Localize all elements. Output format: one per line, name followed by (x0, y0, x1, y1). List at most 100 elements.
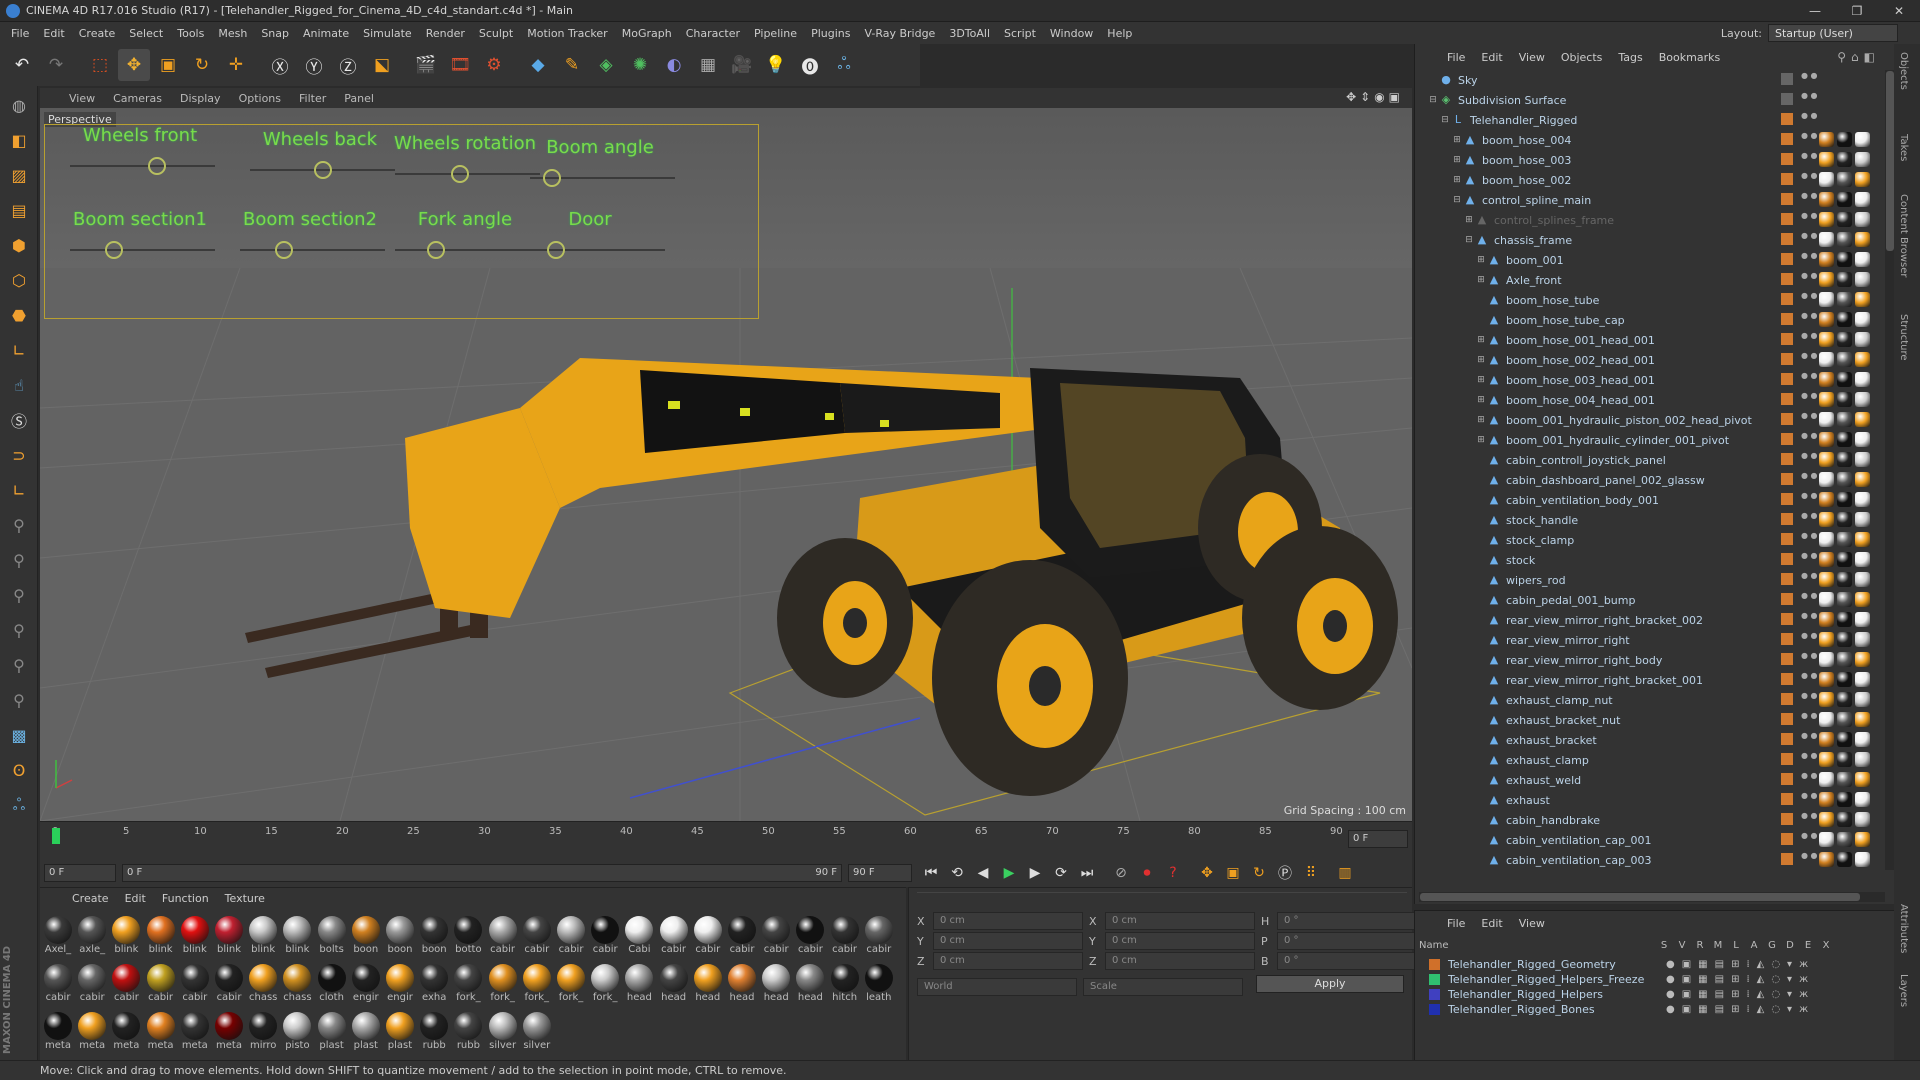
object-menu-view[interactable]: View (1511, 51, 1553, 64)
material-tag-icon[interactable] (1855, 532, 1870, 547)
material-tag-icon[interactable] (1855, 452, 1870, 467)
control-wheels-front[interactable]: Wheels front (55, 125, 225, 195)
control-knob[interactable] (542, 169, 561, 187)
visibility-dots-icon[interactable]: ● ● (1801, 652, 1818, 660)
menu-snap[interactable]: Snap (254, 27, 296, 40)
coordinate-system-icon[interactable]: ⬕ (366, 49, 398, 81)
key-rotation-icon[interactable]: ↻ (1246, 861, 1272, 885)
control-boom-section2[interactable]: Boom section2 (225, 209, 395, 279)
rotation-field[interactable]: 0 ° (1277, 932, 1417, 950)
object-row[interactable]: ⊞ ▲ boom_hose_002_head_001 ● ● (1415, 350, 1885, 370)
material-tag-icon[interactable] (1837, 352, 1852, 367)
object-row[interactable]: ▲ exhaust_bracket ● ● (1415, 730, 1885, 750)
material-swatch[interactable]: cabir (589, 914, 621, 960)
render-picture-viewer-icon[interactable]: 🎞 (444, 49, 476, 81)
record-keys-icon[interactable]: ⊘ (1108, 861, 1134, 885)
material-tag-icon[interactable] (1855, 632, 1870, 647)
close-button[interactable]: ✕ (1878, 0, 1920, 22)
visibility-dots-icon[interactable]: ● ● (1801, 732, 1818, 740)
visibility-dots-icon[interactable]: ● ● (1801, 512, 1818, 520)
playhead[interactable] (52, 828, 60, 844)
object-row[interactable]: ⊞ ▲ boom_001_hydraulic_piston_002_head_piv… (1415, 410, 1885, 430)
material-tag-icon[interactable] (1837, 412, 1852, 427)
expand-icon[interactable]: ⊞ (1451, 135, 1463, 145)
collapse-icon[interactable]: ⊟ (1451, 195, 1463, 205)
object-row[interactable]: ▲ rear_view_mirror_right_bracket_001 ● ● (1415, 670, 1885, 690)
menu-window[interactable]: Window (1043, 27, 1100, 40)
material-swatch[interactable]: fork_ (452, 962, 484, 1008)
layer-toggle-icons[interactable]: ●▣▦▤⊞⁞◭◌▾ж (1666, 974, 1815, 985)
material-swatch[interactable]: blink (281, 914, 313, 960)
menu-create[interactable]: Create (72, 27, 123, 40)
layer-toggle-icons[interactable]: ●▣▦▤⊞⁞◭◌▾ж (1666, 959, 1815, 970)
right-tab-content-browser[interactable]: Content Browser (1898, 194, 1909, 277)
material-tag-icon[interactable] (1855, 212, 1870, 227)
material-swatch[interactable]: cabir (42, 962, 74, 1008)
viewport-menu-panel[interactable]: Panel (335, 92, 383, 105)
material-swatch[interactable]: fork_ (589, 962, 621, 1008)
material-tag-icon[interactable] (1819, 812, 1834, 827)
viewport-menu-display[interactable]: Display (171, 92, 230, 105)
material-tag-icon[interactable] (1819, 212, 1834, 227)
object-row[interactable]: ⊞ ▲ boom_hose_004_head_001 ● ● (1415, 390, 1885, 410)
material-tag-icon[interactable] (1855, 232, 1870, 247)
layer-color-swatch[interactable] (1781, 613, 1793, 625)
material-tag-icon[interactable] (1819, 792, 1834, 807)
material-tag-icon[interactable] (1855, 652, 1870, 667)
material-tag-icon[interactable] (1819, 592, 1834, 607)
material-tag-icon[interactable] (1819, 132, 1834, 147)
material-tag-icon[interactable] (1819, 712, 1834, 727)
visibility-dots-icon[interactable]: ● ● (1801, 212, 1818, 220)
material-tag-icon[interactable] (1819, 192, 1834, 207)
material-tag-icon[interactable] (1819, 372, 1834, 387)
keyframe-selection-icon[interactable]: ? (1160, 861, 1186, 885)
material-swatch[interactable]: cabir (179, 962, 211, 1008)
material-tag-icon[interactable] (1855, 172, 1870, 187)
visibility-dots-icon[interactable]: ● ● (1801, 492, 1818, 500)
layer-menu-view[interactable]: View (1511, 917, 1553, 930)
visibility-dots-icon[interactable]: ● ● (1801, 752, 1818, 760)
material-tag-icon[interactable] (1819, 732, 1834, 747)
material-swatch[interactable]: meta (179, 1010, 211, 1056)
expand-icon[interactable]: ⊞ (1475, 375, 1487, 385)
material-tag-icon[interactable] (1819, 752, 1834, 767)
layer-color-swatch[interactable] (1781, 393, 1793, 405)
layer-color-swatch[interactable] (1429, 959, 1440, 970)
material-tag-icon[interactable] (1855, 292, 1870, 307)
workplane-x-icon[interactable]: ⚲ (3, 579, 35, 611)
control-boom-angle[interactable]: Boom angle (515, 137, 685, 207)
menu-mograph[interactable]: MoGraph (615, 27, 679, 40)
goto-end-icon[interactable]: ⏭ (1074, 861, 1100, 885)
layer-color-swatch[interactable] (1781, 733, 1793, 745)
material-swatch[interactable]: fork_ (521, 962, 553, 1008)
control-knob[interactable] (547, 241, 566, 259)
material-swatch[interactable]: cabir (692, 914, 724, 960)
material-menu-create[interactable]: Create (64, 892, 117, 905)
material-swatch[interactable]: blink (110, 914, 142, 960)
layer-color-swatch[interactable] (1781, 253, 1793, 265)
next-frame-icon[interactable]: ▶ (1022, 861, 1048, 885)
material-swatch[interactable]: Axel_ (42, 914, 74, 960)
menu-simulate[interactable]: Simulate (356, 27, 419, 40)
material-tag-icon[interactable] (1819, 692, 1834, 707)
right-tab-objects[interactable]: Objects (1898, 52, 1909, 90)
material-tag-icon[interactable] (1819, 392, 1834, 407)
object-hscrollbar[interactable] (1419, 892, 1885, 902)
material-swatch[interactable]: mirro (247, 1010, 279, 1056)
material-swatch[interactable]: silver (521, 1010, 553, 1056)
material-tag-icon[interactable] (1819, 332, 1834, 347)
render-settings-icon[interactable]: ⚙ (478, 49, 510, 81)
layer-color-swatch[interactable] (1781, 553, 1793, 565)
visibility-dots-icon[interactable]: ● ● (1801, 452, 1818, 460)
menu-plugins[interactable]: Plugins (804, 27, 857, 40)
material-swatch[interactable]: botto (452, 914, 484, 960)
material-swatch[interactable]: cloth (316, 962, 348, 1008)
material-tag-icon[interactable] (1819, 272, 1834, 287)
play-icon[interactable]: ▶ (996, 861, 1022, 885)
material-swatch[interactable]: cabir (829, 914, 861, 960)
object-row[interactable]: ⊟ ◈ Subdivision Surface ● ● (1415, 90, 1885, 110)
viewport-menu-view[interactable]: View (60, 92, 104, 105)
visibility-dots-icon[interactable]: ● ● (1801, 252, 1818, 260)
size-field[interactable]: 0 cm (1105, 912, 1255, 930)
material-swatch[interactable]: rubb (452, 1010, 484, 1056)
